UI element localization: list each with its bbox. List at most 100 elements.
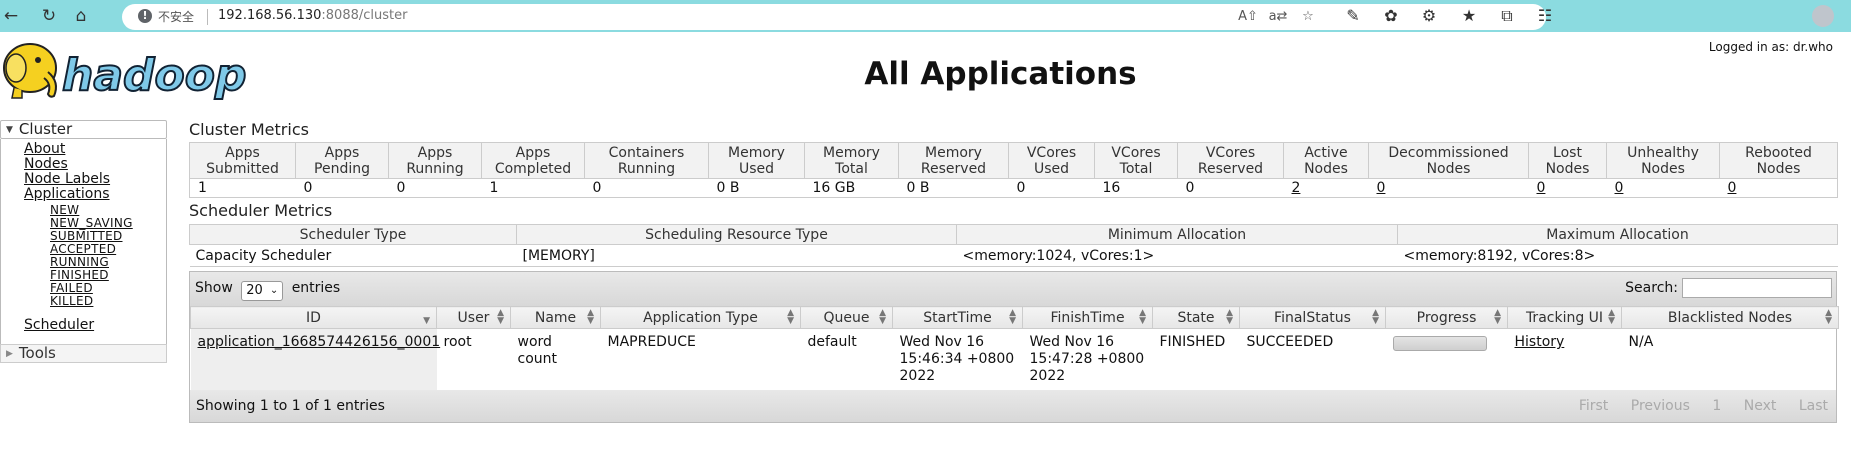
app-state-finished[interactable]: FINISHED [50,268,109,282]
column-header[interactable]: Application Type ▲ ▼ [600,306,801,329]
browser-extensions-icon[interactable]: ☷ [1534,5,1556,27]
page-length-select[interactable]: 20 ⌄ [241,281,284,301]
column-header[interactable]: FinishTime ▲ ▼ [1022,306,1153,329]
sidebar: ▼ Cluster About Nodes Node Labels Applica… [0,120,167,363]
column-header[interactable]: StartTime ▲ ▼ [892,306,1023,329]
header-text: Nodes [1426,160,1471,177]
sidebar-link-applications[interactable]: Applications [24,186,110,202]
header-text: Reserved [1197,160,1264,177]
favorites-icon[interactable]: ★ [1458,5,1480,27]
cluster-metric-value: 1 [481,178,585,198]
scheduler-metric-header: Scheduler Type [189,224,517,245]
column-header-label: User [457,309,490,326]
cluster-metric-value: 0 [584,178,709,198]
tools-section-header[interactable]: ▶ Tools [0,344,167,363]
column-header[interactable]: FinalStatus ▲ ▼ [1239,306,1386,329]
show-label: Show [195,280,233,296]
tracking-history-link[interactable]: History [1515,334,1565,350]
column-header[interactable]: State ▲ ▼ [1152,306,1240,329]
cluster-metric-header: Unhealthy Nodes [1606,142,1720,179]
cluster-metric-value: 0 B [708,178,805,198]
node-count-link[interactable]: 0 [1537,180,1546,196]
pager-next[interactable]: Next [1744,398,1777,414]
url-text[interactable]: 192.168.56.130:8088/cluster [218,8,407,23]
column-header[interactable]: Tracking UI ▲ ▼ [1507,306,1622,329]
reload-icon[interactable]: ↻ [38,5,60,27]
address-bar[interactable]: ! 不安全 192.168.56.130:8088/cluster A⇧ a⇄ … [122,4,1546,30]
collapse-triangle-icon: ▼ [6,125,13,135]
header-text: VCores [1026,144,1077,161]
page-title: All Applications [864,56,1137,92]
sidebar-link-nodes[interactable]: Nodes [24,156,68,172]
cluster-metric-header: Apps Completed [481,142,585,179]
app-state-failed[interactable]: FAILED [50,281,93,295]
column-header[interactable]: ID ▼ [190,306,437,329]
app-state-new-saving[interactable]: NEW_SAVING [50,216,133,230]
pager-last[interactable]: Last [1799,398,1828,414]
cell-state: FINISHED [1159,334,1226,350]
search-input[interactable] [1682,278,1832,298]
header-text: Memory [925,144,982,161]
column-header-label: Application Type [643,309,758,326]
cell-type: MAPREDUCE [607,334,696,350]
column-header[interactable]: Progress ▲ ▼ [1385,306,1508,329]
url-path: :8088/cluster [321,8,408,23]
column-header[interactable]: Blacklisted Nodes ▲ ▼ [1621,306,1839,329]
application-id-link[interactable]: application_1668574426156_0001 [198,334,441,350]
sidebar-link-scheduler[interactable]: Scheduler [24,317,94,333]
app-state-submitted[interactable]: SUBMITTED [50,229,123,243]
scheduler-metric-value: Capacity Scheduler [189,244,517,267]
pager-first[interactable]: First [1579,398,1608,414]
sort-icon: ▲ ▼ [1494,308,1501,326]
header-text: Completed [494,160,572,177]
translate-icon[interactable]: a⇄ [1268,7,1288,27]
collections-icon[interactable]: ⧉ [1496,5,1518,27]
read-aloud-icon[interactable]: A⇧ [1238,7,1258,27]
browser-toolbar: ← ↻ ⌂ ! 不安全 192.168.56.130:8088/cluster … [0,0,1851,32]
insecure-label: 不安全 [158,10,195,24]
cluster-metric-value: 16 [1094,178,1178,198]
cell-queue: default [807,334,857,350]
cluster-metric-value: 0 [1528,178,1607,198]
column-header-label: FinalStatus [1274,309,1351,326]
scheduler-metric-header: Minimum Allocation [956,224,1398,245]
node-count-link[interactable]: 0 [1728,180,1737,196]
cluster-metric-header: Memory Total [804,142,899,179]
sort-icon: ▲ ▼ [497,308,504,326]
cluster-section-header[interactable]: ▼ Cluster [0,120,167,139]
node-count-link[interactable]: 0 [1377,180,1386,196]
extension-icon[interactable]: ✎ [1342,5,1364,27]
column-header[interactable]: User ▲ ▼ [436,306,511,329]
pager-page-1[interactable]: 1 [1712,398,1721,414]
sidebar-link-about[interactable]: About [24,141,65,157]
app-state-new[interactable]: NEW [50,203,79,217]
pager-previous[interactable]: Previous [1631,398,1690,414]
node-count-link[interactable]: 2 [1292,180,1301,196]
sidebar-link-node-labels[interactable]: Node Labels [24,171,110,187]
app-state-killed[interactable]: KILLED [50,294,93,308]
favorite-add-icon[interactable]: ☆ [1298,7,1318,27]
column-header[interactable]: Queue ▲ ▼ [800,306,893,329]
header-text: Memory [823,144,880,161]
sort-icon: ▲ ▼ [1139,308,1146,326]
header-text: Decommissioned [1388,144,1509,161]
column-header-label: Progress [1416,309,1477,326]
home-icon[interactable]: ⌂ [70,5,92,27]
node-count-link[interactable]: 0 [1615,180,1624,196]
color-extension-icon[interactable]: ✿ [1380,5,1402,27]
cluster-metric-header: Decommissioned Nodes [1368,142,1529,179]
pagination: First Previous 1 Next Last [1561,398,1828,414]
app-state-running[interactable]: RUNNING [50,255,109,269]
back-icon[interactable]: ← [0,5,22,27]
header-text: Lost [1553,144,1582,161]
applications-table: ID ▼ User ▲ ▼ Name ▲ ▼ Application Type ▲ ▼ Queue ▲ ▼… [190,306,1839,390]
header-text: Apps [225,144,260,161]
warning-icon[interactable]: ! [138,9,152,23]
column-header[interactable]: Name ▲ ▼ [510,306,601,329]
profile-avatar[interactable] [1812,5,1834,27]
header-text: Running [406,160,464,177]
app-state-accepted[interactable]: ACCEPTED [50,242,116,256]
extensions-puzzle-icon[interactable]: ⚙ [1418,5,1440,27]
cell-start: Wed Nov 16 15:46:34 +0800 2022 [899,334,1015,384]
column-header-label: Name [534,309,577,326]
